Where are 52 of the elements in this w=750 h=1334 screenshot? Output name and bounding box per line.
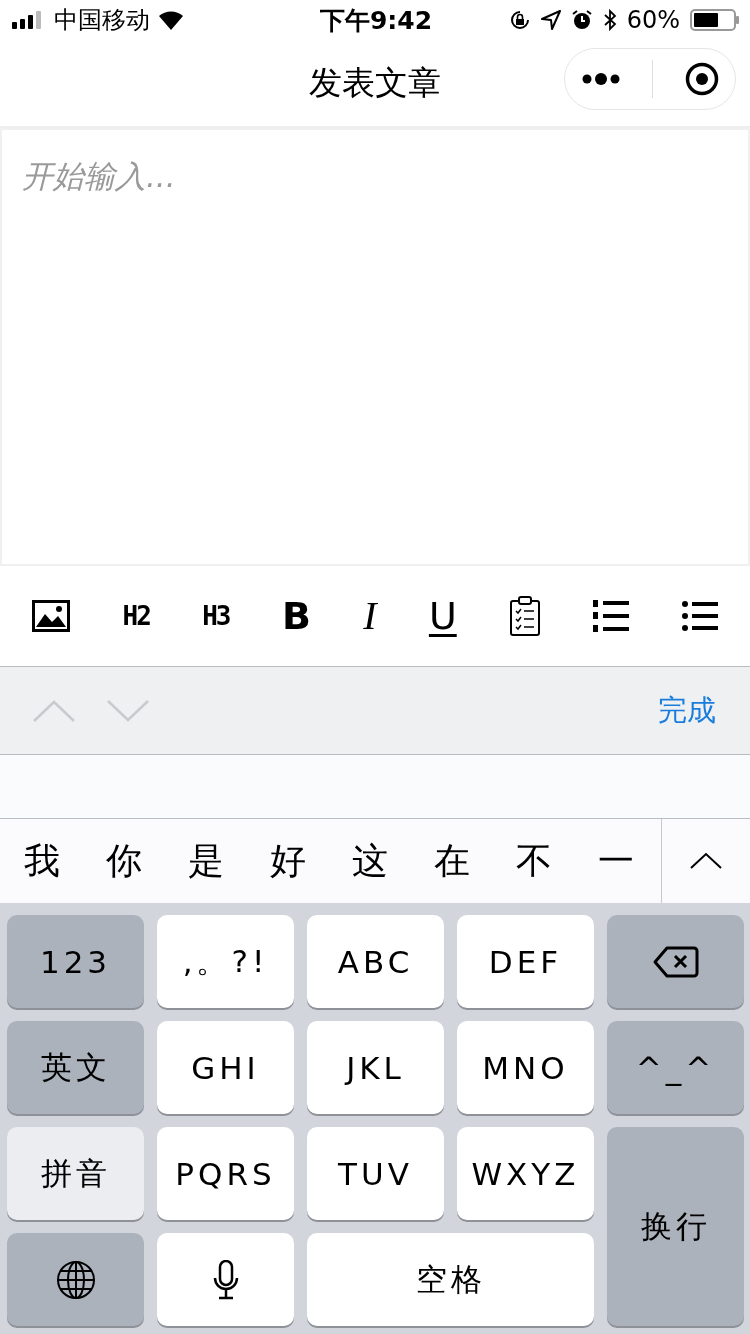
- keyboard-key[interactable]: WXYZ: [457, 1127, 594, 1220]
- keyboard-key[interactable]: ^_^: [607, 1021, 744, 1114]
- done-button[interactable]: 完成: [656, 686, 718, 735]
- numbered-list-icon[interactable]: [593, 599, 630, 633]
- space-key[interactable]: 空格: [307, 1233, 594, 1326]
- bluetooth-icon: [602, 9, 617, 31]
- candidate-word[interactable]: 我: [24, 836, 60, 886]
- globe-key[interactable]: [7, 1233, 144, 1326]
- keyboard-key[interactable]: GHI: [157, 1021, 294, 1114]
- candidate-word[interactable]: 一: [598, 836, 634, 886]
- delete-key[interactable]: [607, 915, 744, 1008]
- battery-icon: [690, 9, 740, 31]
- keyboard-key[interactable]: PQRS: [157, 1127, 294, 1220]
- keyboard-key[interactable]: TUV: [307, 1127, 444, 1220]
- keyboard-key[interactable]: MNO: [457, 1021, 594, 1114]
- keyboard-key[interactable]: 拼音: [7, 1127, 144, 1220]
- clipboard-checklist-icon[interactable]: [509, 596, 542, 636]
- image-icon[interactable]: [32, 600, 71, 632]
- candidate-word[interactable]: 这: [352, 836, 388, 886]
- keyboard-key[interactable]: 英文: [7, 1021, 144, 1114]
- battery-percent: 60%: [626, 6, 680, 34]
- candidate-word[interactable]: 在: [434, 836, 470, 886]
- bold-button[interactable]: B: [281, 596, 311, 636]
- heading-button[interactable]: H2: [122, 596, 150, 636]
- candidate-word[interactable]: 不: [516, 836, 552, 886]
- caret-icon: [690, 852, 722, 870]
- globe-icon: [55, 1259, 96, 1300]
- carrier-name: 中国移动: [54, 5, 150, 36]
- more-icon[interactable]: [580, 72, 621, 86]
- status-time: 下午9:42: [319, 4, 433, 37]
- heading-button[interactable]: H3: [202, 596, 230, 636]
- page-title: 发表文章: [309, 61, 441, 104]
- close-icon[interactable]: [685, 62, 720, 96]
- location-arrow-icon: [540, 10, 561, 30]
- candidate-word[interactable]: 好: [270, 836, 306, 886]
- underline-button[interactable]: U: [428, 596, 457, 636]
- keyboard-key[interactable]: 123: [7, 915, 144, 1008]
- candidate-word[interactable]: 是: [188, 836, 224, 886]
- italic-button[interactable]: I: [363, 596, 377, 636]
- wifi-icon: [158, 10, 184, 30]
- keyboard-key[interactable]: JKL: [307, 1021, 444, 1114]
- candidate-word[interactable]: 你: [106, 836, 142, 886]
- microphone-icon: [212, 1259, 239, 1300]
- rotation-lock-icon: [508, 9, 531, 31]
- microphone-key[interactable]: [157, 1233, 294, 1326]
- backspace-icon: [652, 945, 699, 978]
- keyboard-key[interactable]: ABC: [307, 915, 444, 1008]
- keyboard-key[interactable]: DEF: [457, 915, 594, 1008]
- return-key[interactable]: 换行: [607, 1127, 744, 1326]
- alarm-clock-icon: [570, 9, 593, 31]
- bullet-list-icon[interactable]: [681, 600, 718, 632]
- keyboard-key[interactable]: ,。?!: [157, 915, 294, 1008]
